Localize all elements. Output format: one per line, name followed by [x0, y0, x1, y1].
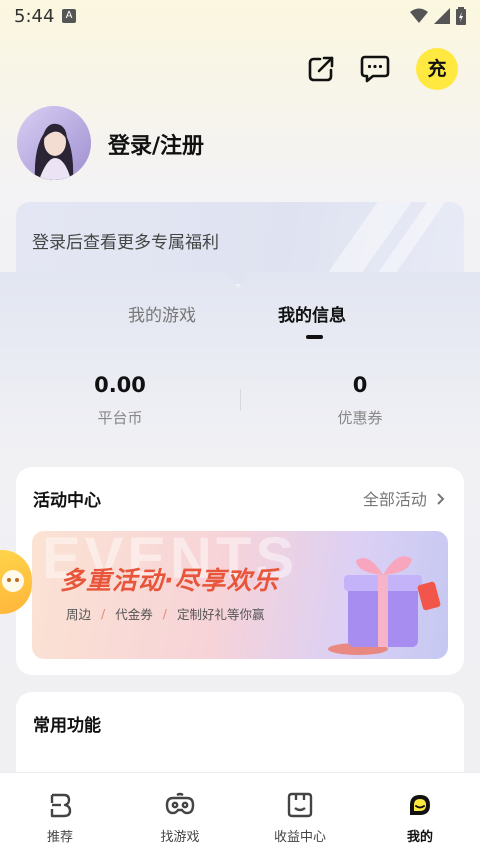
platform-coin-label: 平台币: [97, 409, 143, 427]
benefit-text: 登录后查看更多专属福利: [32, 233, 219, 253]
share-icon: [308, 56, 334, 82]
message-icon: [360, 55, 390, 83]
gamepad-icon: [165, 792, 195, 815]
status-bar: 5:44 A: [0, 0, 480, 34]
nav-mine-label: 我的: [406, 830, 433, 845]
nav-recommend[interactable]: 推荐: [0, 773, 120, 853]
recommend-icon: [50, 793, 72, 818]
banner-subtitle-item: 代金券: [115, 607, 153, 622]
banner-subtitle-item: 定制好礼等你赢: [176, 607, 265, 622]
stat-divider: [240, 389, 241, 411]
banner-subtitle: 周边 / 代金券 / 定制好礼等你赢: [66, 604, 264, 623]
activity-banner[interactable]: EVENTS 多重活动·尽享欢乐 周边 / 代金券 / 定制好礼等你赢: [32, 531, 448, 659]
separator: /: [162, 606, 167, 621]
recharge-button[interactable]: 充: [416, 48, 458, 90]
common-functions-title: 常用功能: [33, 716, 101, 736]
banner-subtitle-item: 周边: [66, 607, 92, 622]
bottom-navigation: 推荐 找游戏 收益中心 我的: [0, 772, 480, 853]
coupon-label: 优惠券: [337, 409, 383, 427]
signal-icon: [434, 8, 450, 24]
separator: /: [101, 606, 106, 621]
wifi-icon: [410, 8, 428, 23]
status-indicator: A: [62, 9, 76, 23]
activity-center-title: 活动中心: [33, 491, 101, 511]
nav-recommend-label: 推荐: [46, 830, 73, 845]
all-activities-label: 全部活动: [362, 490, 427, 509]
chevron-right-icon: [437, 493, 445, 505]
status-icons: [410, 7, 466, 25]
tab-my-info[interactable]: 我的信息: [278, 301, 346, 326]
coupon-value[interactable]: 0: [290, 373, 430, 397]
all-activities-link[interactable]: 全部活动: [363, 486, 446, 510]
status-time: 5:44: [14, 6, 55, 27]
activity-center-card: 活动中心 全部活动 EVENTS 多重活动·尽享欢乐 周边 / 代金券 / 定制…: [16, 467, 464, 675]
message-button[interactable]: [354, 48, 396, 90]
gift-box-icon: [328, 556, 441, 655]
tab-indicator: [306, 335, 323, 339]
gamepad-badge-icon: [2, 570, 24, 592]
profile-smile-icon: [410, 795, 430, 815]
earnings-icon: [287, 792, 313, 818]
nav-mine[interactable]: 我的: [360, 773, 480, 853]
avatar[interactable]: [17, 106, 91, 180]
login-register-link[interactable]: 登录/注册: [108, 128, 204, 160]
share-button[interactable]: [300, 48, 342, 90]
battery-icon: [456, 7, 466, 25]
nav-earnings-center-label: 收益中心: [273, 830, 326, 845]
nav-find-games-label: 找游戏: [160, 830, 200, 845]
banner-title: 多重活动·尽享欢乐: [60, 566, 279, 595]
tab-my-games[interactable]: 我的游戏: [128, 301, 196, 326]
avatar-image: [17, 106, 91, 180]
nav-earnings-center[interactable]: 收益中心: [240, 773, 360, 853]
platform-coin-value[interactable]: 0.00: [50, 373, 190, 397]
nav-find-games[interactable]: 找游戏: [120, 773, 240, 853]
